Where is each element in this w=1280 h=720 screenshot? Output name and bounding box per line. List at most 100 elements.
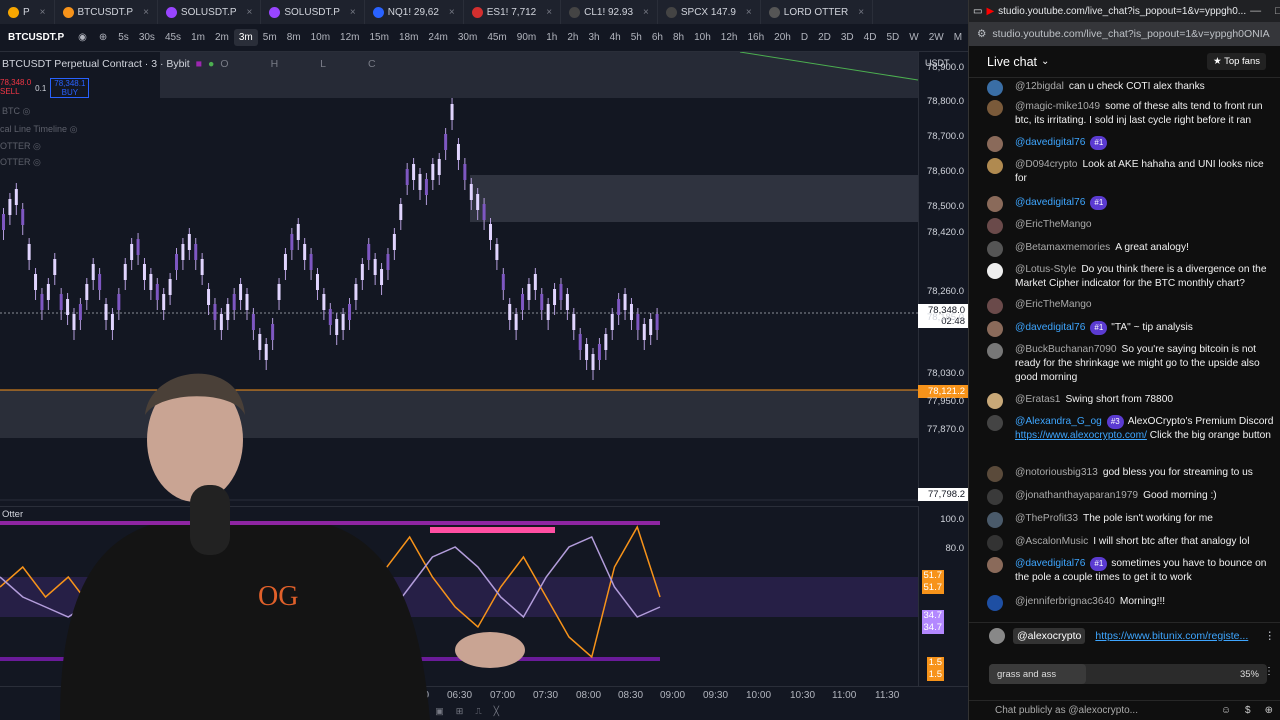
- interval-button[interactable]: 5D: [881, 29, 904, 46]
- chat-author[interactable]: @Betamaxmemories: [1015, 242, 1110, 253]
- symbol-tab[interactable]: SPCX 147.9 ×: [658, 0, 761, 24]
- poll-result[interactable]: grass and ass 35%: [989, 664, 1267, 684]
- interval-button[interactable]: 6h: [647, 29, 668, 46]
- eye-icon[interactable]: ◎: [33, 157, 41, 167]
- chat-message[interactable]: @EricTheMango: [969, 298, 1280, 314]
- eye-icon[interactable]: ◎: [33, 141, 41, 151]
- chat-author[interactable]: @davedigital76: [1015, 197, 1085, 208]
- interval-button[interactable]: 2m: [210, 29, 234, 46]
- interval-button[interactable]: 2h: [562, 29, 583, 46]
- interval-button[interactable]: 15m: [365, 29, 394, 46]
- close-icon[interactable]: ×: [143, 7, 149, 18]
- avatar[interactable]: [987, 158, 1003, 174]
- chat-author[interactable]: @Eratas1: [1015, 394, 1060, 405]
- chat-message[interactable]: @EricTheMango: [969, 218, 1280, 234]
- interval-button[interactable]: 16h: [742, 29, 769, 46]
- chat-message[interactable]: @magic-mike1049 some of these alts tend t…: [969, 100, 1280, 128]
- close-icon[interactable]: ×: [746, 7, 752, 18]
- interval-button[interactable]: 5h: [626, 29, 647, 46]
- symbol-tab[interactable]: LORD OTTER ×: [761, 0, 874, 24]
- interval-button[interactable]: 3m: [233, 29, 258, 46]
- buy-button[interactable]: 78,348.1 BUY: [50, 78, 90, 98]
- oscillator-scale[interactable]: 100.0 80.0 51.7 51.7 34.7 34.7 1.5 1.5: [918, 506, 968, 686]
- interval-button[interactable]: 10h: [689, 29, 716, 46]
- chat-message-list[interactable]: @12bigdal can u check COTI alex thanks @ma…: [969, 78, 1280, 616]
- maximize-icon[interactable]: □: [1275, 5, 1280, 17]
- avatar[interactable]: [987, 512, 1003, 528]
- close-icon[interactable]: ×: [643, 7, 649, 18]
- chat-message[interactable]: @Alexandra_G_og #3 AlexOCrypto's Premium D…: [969, 415, 1280, 443]
- symbol-tab[interactable]: NQ1! 29,62 ×: [365, 0, 464, 24]
- symbol-tab[interactable]: P ×: [0, 0, 55, 24]
- avatar[interactable]: [987, 321, 1003, 337]
- close-icon[interactable]: ×: [546, 7, 552, 18]
- interval-button[interactable]: M: [949, 29, 967, 46]
- chat-author[interactable]: @D094crypto: [1015, 159, 1077, 170]
- alert-icon[interactable]: ◉: [72, 32, 93, 43]
- symbol-tab[interactable]: ES1! 7,712 ×: [464, 0, 562, 24]
- symbol-name[interactable]: BTCUSDT.P: [0, 32, 72, 43]
- interval-button[interactable]: 30m: [453, 29, 482, 46]
- chat-author[interactable]: @jonathanthayaparan1979: [1015, 490, 1138, 501]
- chat-link[interactable]: https://www.alexocrypto.com/: [1015, 430, 1147, 441]
- interval-button[interactable]: W: [904, 29, 923, 46]
- chat-author[interactable]: @Lotus-Style: [1015, 264, 1076, 275]
- close-icon[interactable]: ×: [350, 7, 356, 18]
- interval-button[interactable]: 24m: [423, 29, 452, 46]
- interval-button[interactable]: 4D: [859, 29, 882, 46]
- interval-button[interactable]: D: [796, 29, 813, 46]
- close-icon[interactable]: ×: [40, 7, 46, 18]
- interval-button[interactable]: 3h: [583, 29, 604, 46]
- chat-message[interactable]: @jonathanthayaparan1979 Good morning :): [969, 489, 1280, 505]
- avatar[interactable]: [987, 466, 1003, 482]
- chat-message[interactable]: @davedigital76 #1: [969, 136, 1280, 152]
- avatar[interactable]: [987, 263, 1003, 279]
- chat-message[interactable]: @TheProfit33 The pole isn't working for m…: [969, 512, 1280, 528]
- sell-button[interactable]: 78,348.0 SELL: [0, 78, 31, 98]
- chat-author[interactable]: @Alexandra_G_og: [1015, 416, 1102, 427]
- interval-button[interactable]: 5m: [258, 29, 282, 46]
- close-icon[interactable]: ×: [449, 7, 455, 18]
- add-symbol-icon[interactable]: ⊕: [93, 32, 113, 43]
- add-icon[interactable]: ⊕: [1265, 705, 1273, 716]
- chat-author[interactable]: @BuckBuchanan7090: [1015, 344, 1117, 355]
- avatar[interactable]: [987, 535, 1003, 551]
- close-icon[interactable]: ×: [858, 7, 864, 18]
- chat-message[interactable]: @Eratas1 Swing short from 78800: [969, 393, 1280, 409]
- avatar[interactable]: [987, 241, 1003, 257]
- oscillator-pane[interactable]: Otter: [0, 506, 918, 686]
- chat-input[interactable]: Chat publicly as @alexocrypto... ☺ $ ⊕: [969, 700, 1280, 720]
- chat-author[interactable]: @davedigital76: [1015, 558, 1085, 569]
- interval-button[interactable]: 45m: [482, 29, 511, 46]
- chat-message[interactable]: @D094crypto Look at AKE hahaha and UNI lo…: [969, 158, 1280, 186]
- chat-author[interactable]: @EricTheMango: [1015, 299, 1092, 310]
- interval-button[interactable]: 12h: [716, 29, 743, 46]
- interval-button[interactable]: 30s: [134, 29, 160, 46]
- eye-icon[interactable]: ◎: [23, 106, 31, 116]
- interval-button[interactable]: 8h: [668, 29, 689, 46]
- emoji-icon[interactable]: ☺: [1221, 705, 1231, 716]
- chat-message[interactable]: @BuckBuchanan7090 So you're saying bitcoi…: [969, 343, 1280, 385]
- chat-author[interactable]: @davedigital76: [1015, 322, 1085, 333]
- avatar[interactable]: [987, 218, 1003, 234]
- chat-author[interactable]: @jenniferbrignac3640: [1015, 596, 1115, 607]
- chat-message[interactable]: @Betamaxmemories A great analogy!: [969, 241, 1280, 257]
- avatar[interactable]: [987, 557, 1003, 573]
- chat-message[interactable]: @jenniferbrignac3640 Morning!!!: [969, 595, 1280, 611]
- chevron-down-icon[interactable]: ⌄: [1041, 56, 1049, 67]
- chat-message[interactable]: @12bigdal can u check COTI alex thanks: [969, 80, 1280, 96]
- site-info-icon[interactable]: ⚙: [977, 28, 986, 40]
- chat-author[interactable]: @davedigital76: [1015, 137, 1085, 148]
- address-bar[interactable]: ⚙ studio.youtube.com/live_chat?is_popout…: [969, 22, 1280, 46]
- avatar[interactable]: [987, 595, 1003, 611]
- window-icon[interactable]: ▭: [973, 6, 982, 17]
- close-icon[interactable]: ×: [247, 7, 253, 18]
- avatar[interactable]: [987, 100, 1003, 116]
- symbol-tab[interactable]: BTCUSDT.P ×: [55, 0, 158, 24]
- interval-button[interactable]: 5s: [113, 29, 134, 46]
- avatar[interactable]: [987, 415, 1003, 431]
- chat-author[interactable]: @AscalonMusic: [1015, 536, 1088, 547]
- minimize-icon[interactable]: —: [1250, 5, 1261, 17]
- interval-button[interactable]: 45s: [160, 29, 186, 46]
- interval-button[interactable]: 10m: [306, 29, 335, 46]
